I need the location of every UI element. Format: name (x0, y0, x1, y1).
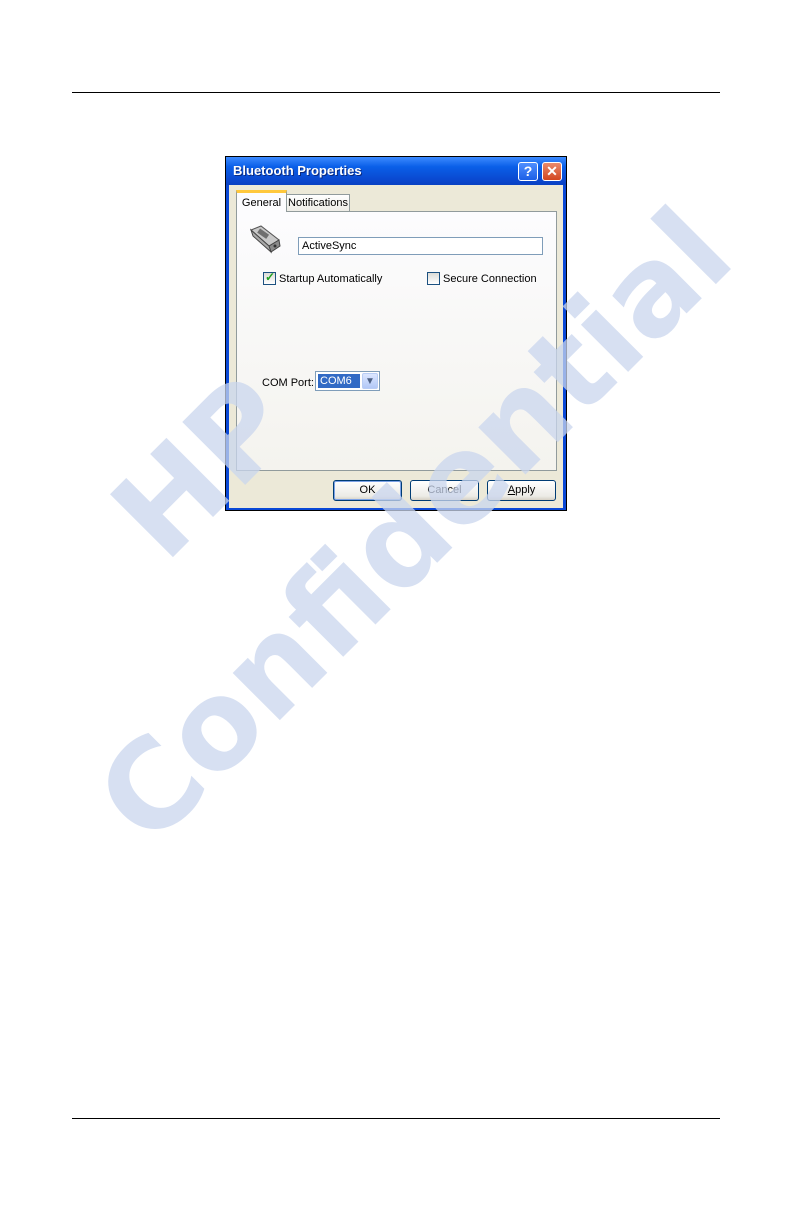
startup-automatically-checkbox[interactable]: ✓ Startup Automatically (263, 270, 383, 286)
serial-connector-icon (249, 225, 281, 254)
bluetooth-properties-dialog: Bluetooth Properties ? ✕ General Notific… (225, 156, 567, 511)
device-name-field[interactable]: ActiveSync (298, 237, 543, 255)
cancel-button[interactable]: Cancel (410, 480, 479, 501)
general-tab-panel: ActiveSync ✓ Startup Automatically Secure… (236, 211, 557, 471)
help-button[interactable]: ? (518, 162, 538, 181)
top-rule (72, 92, 720, 93)
com-port-label: COM Port: (262, 377, 314, 389)
dialog-title: Bluetooth Properties (233, 163, 362, 178)
tab-general[interactable]: General (236, 190, 287, 212)
apply-button[interactable]: Apply (487, 480, 556, 501)
apply-label-rest: pply (515, 484, 536, 496)
apply-accelerator: A (507, 484, 516, 496)
title-bar[interactable]: Bluetooth Properties ? ✕ (226, 157, 566, 185)
chevron-down-icon[interactable]: ▼ (362, 373, 378, 389)
com-port-value: COM6 (318, 374, 360, 388)
checkmark-icon: ✓ (265, 270, 276, 284)
ok-button[interactable]: OK (333, 480, 402, 501)
tab-notifications[interactable]: Notifications (286, 194, 350, 212)
startup-checkbox-label: Startup Automatically (279, 273, 383, 285)
secure-checkbox-box[interactable] (427, 272, 440, 285)
secure-checkbox-label: Secure Connection (443, 273, 537, 285)
bottom-rule (72, 1118, 720, 1119)
help-icon: ? (523, 163, 533, 179)
dialog-client-area: General Notifications ActiveSync ✓ Startu… (229, 185, 563, 508)
secure-connection-checkbox[interactable]: Secure Connection (427, 272, 537, 286)
close-button[interactable]: ✕ (542, 162, 562, 181)
startup-checkbox-box[interactable]: ✓ (263, 270, 276, 285)
close-icon: ✕ (546, 163, 558, 179)
com-port-dropdown[interactable]: COM6 ▼ (315, 371, 380, 391)
